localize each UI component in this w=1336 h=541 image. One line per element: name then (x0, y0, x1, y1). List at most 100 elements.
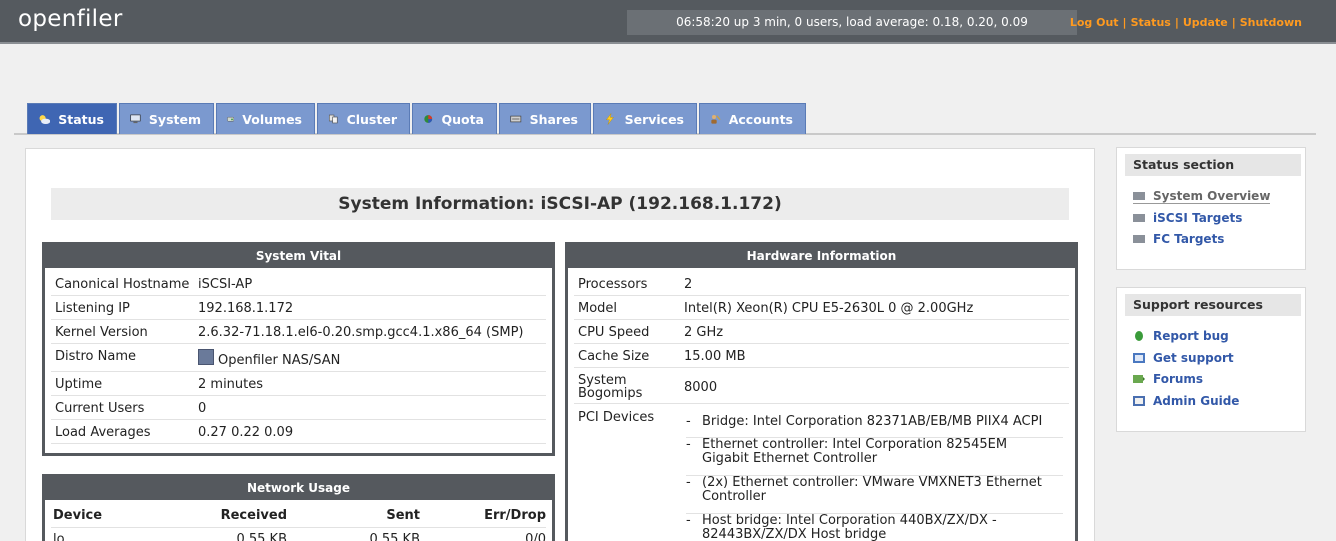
table-row: Listening IP 192.168.1.172 (51, 296, 546, 320)
tab-cluster[interactable]: Cluster (317, 103, 410, 134)
get-support-link[interactable]: Get support (1133, 351, 1234, 365)
table-row: Kernel Version 2.6.32-71.18.1.el6-0.20.s… (51, 320, 546, 344)
row-label: Distro Name (55, 349, 136, 364)
tab-status[interactable]: Status (27, 103, 117, 134)
distro-name: Openfiler NAS/SAN (218, 352, 341, 368)
sidebar-item-label: Admin Guide (1153, 394, 1240, 408)
tab-label: Volumes (242, 111, 302, 127)
logout-link[interactable]: Log Out (1070, 16, 1119, 29)
errdrop-cell: 0/0 (525, 532, 546, 541)
drive-icon (510, 115, 522, 123)
bullet-dash: - (686, 475, 691, 490)
tab-label: Status (58, 111, 104, 127)
sidebar-item-label: FC Targets (1153, 232, 1225, 246)
bullet-dash: - (686, 513, 691, 528)
system-vital-heading: System Vital (45, 245, 552, 268)
table-row: Load Averages 0.27 0.22 0.09 (51, 420, 546, 444)
table-row: CPU Speed 2 GHz (574, 320, 1069, 344)
page-icon (1133, 192, 1145, 200)
link-separator: | (1122, 16, 1127, 29)
status-section-heading: Status section (1125, 154, 1301, 176)
bug-icon (1135, 331, 1143, 341)
distro-value: Openfiler NAS/SAN (198, 349, 341, 368)
status-link[interactable]: Status (1131, 16, 1171, 29)
received-cell: 0.55 KB (236, 532, 287, 541)
sidebar-item-label: Forums (1153, 372, 1204, 386)
row-value: 2 (684, 277, 693, 292)
uptime-status: 06:58:20 up 3 min, 0 users, load average… (627, 10, 1077, 35)
row-value: iSCSI-AP (198, 277, 253, 292)
tab-label: Quota (441, 111, 484, 127)
sidebar-item-label: iSCSI Targets (1153, 211, 1243, 225)
link-separator: | (1231, 16, 1236, 29)
tab-accounts[interactable]: Accounts (699, 103, 806, 134)
openfiler-logo[interactable]: openfiler (18, 6, 123, 32)
main-tabs: Status System Volumes Cluster Quota Shar… (27, 103, 808, 134)
users-icon (711, 114, 721, 124)
tab-shares[interactable]: Shares (499, 103, 591, 134)
top-header-bar: openfiler 06:58:20 up 3 min, 0 users, lo… (0, 0, 1336, 44)
bullet-dash: - (686, 414, 691, 429)
row-value: 192.168.1.172 (198, 301, 294, 316)
weather-sun-icon (39, 115, 51, 124)
network-usage-table: Device Received Sent Err/Drop lo 0.55 KB… (45, 500, 552, 541)
row-value: Intel(R) Xeon(R) CPU E5-2630L 0 @ 2.00GH… (684, 301, 974, 316)
row-value: 15.00 MB (684, 349, 746, 364)
tab-services[interactable]: Services (593, 103, 697, 134)
link-separator: | (1174, 16, 1179, 29)
pci-device-text: Host bridge: Intel Corporation 440BX/ZX/… (702, 513, 997, 541)
tab-system[interactable]: System (119, 103, 214, 134)
row-label: Model (578, 301, 618, 316)
hardware-info-rows: Processors 2 Model Intel(R) Xeon(R) CPU … (568, 268, 1075, 541)
table-row: Cache Size 15.00 MB (574, 344, 1069, 368)
table-row: Uptime 2 minutes (51, 372, 546, 396)
status-section-box: Status section System Overview iSCSI Tar… (1116, 147, 1306, 270)
table-row: Current Users 0 (51, 396, 546, 420)
support-resources-box: Support resources Report bug Get support… (1116, 287, 1306, 432)
table-row: Model Intel(R) Xeon(R) CPU E5-2630L 0 @ … (574, 296, 1069, 320)
page-title: System Information: iSCSI-AP (192.168.1.… (51, 188, 1069, 220)
sent-cell: 0.55 KB (369, 532, 420, 541)
table-row: Distro Name Openfiler NAS/SAN (51, 344, 546, 372)
col-err-drop: Err/Drop (484, 508, 546, 523)
tab-volumes[interactable]: Volumes (216, 103, 315, 134)
distro-logo-icon (198, 349, 214, 365)
tab-label: Cluster (346, 111, 397, 127)
row-label: Processors (578, 277, 648, 292)
forums-link[interactable]: Forums (1133, 372, 1203, 386)
col-received: Received (220, 508, 287, 523)
book-icon (1133, 396, 1145, 406)
row-value: 0 (198, 401, 207, 416)
pci-devices-section: PCI Devices - Bridge: Intel Corporation … (574, 404, 1069, 541)
update-link[interactable]: Update (1183, 16, 1228, 29)
row-label: Uptime (55, 377, 103, 392)
list-item: - Bridge: Intel Corporation 82371AB/EB/M… (686, 414, 1063, 438)
sidebar-item-fc-targets[interactable]: FC Targets (1133, 232, 1224, 246)
bullet-dash: - (686, 437, 691, 452)
admin-guide-link[interactable]: Admin Guide (1133, 394, 1239, 408)
disk-icon (227, 116, 235, 122)
row-label: System Bogomips (578, 373, 643, 401)
report-bug-link[interactable]: Report bug (1133, 329, 1229, 343)
monitor-icon (130, 114, 141, 124)
sidebar-item-label: Report bug (1153, 329, 1229, 343)
sidebar-item-label: Get support (1153, 351, 1234, 365)
col-sent: Sent (386, 508, 420, 523)
shutdown-link[interactable]: Shutdown (1240, 16, 1302, 29)
table-row: lo 0.55 KB 0.55 KB 0/0 (51, 532, 546, 541)
table-row: System Bogomips 8000 (574, 368, 1069, 404)
cluster-icon (328, 114, 338, 124)
row-value: 2.6.32-71.18.1.el6-0.20.smp.gcc4.1.x86_6… (198, 325, 524, 340)
row-label: Kernel Version (55, 325, 148, 340)
pci-device-text: (2x) Ethernet controller: VMware VMXNET3… (702, 475, 1042, 504)
row-label: Canonical Hostname (55, 277, 190, 292)
sidebar-item-label: System Overview (1153, 189, 1271, 203)
table-row: Processors 2 (574, 272, 1069, 296)
sidebar-item-iscsi-targets[interactable]: iSCSI Targets (1133, 211, 1242, 225)
network-header-row: Device Received Sent Err/Drop (51, 508, 546, 528)
tab-quota[interactable]: Quota (412, 103, 497, 134)
tab-label: System (148, 111, 201, 127)
sidebar-item-system-overview[interactable]: System Overview (1133, 189, 1271, 204)
pci-device-text: Ethernet controller: Intel Corporation 8… (702, 437, 1008, 466)
lightning-icon (605, 113, 614, 125)
